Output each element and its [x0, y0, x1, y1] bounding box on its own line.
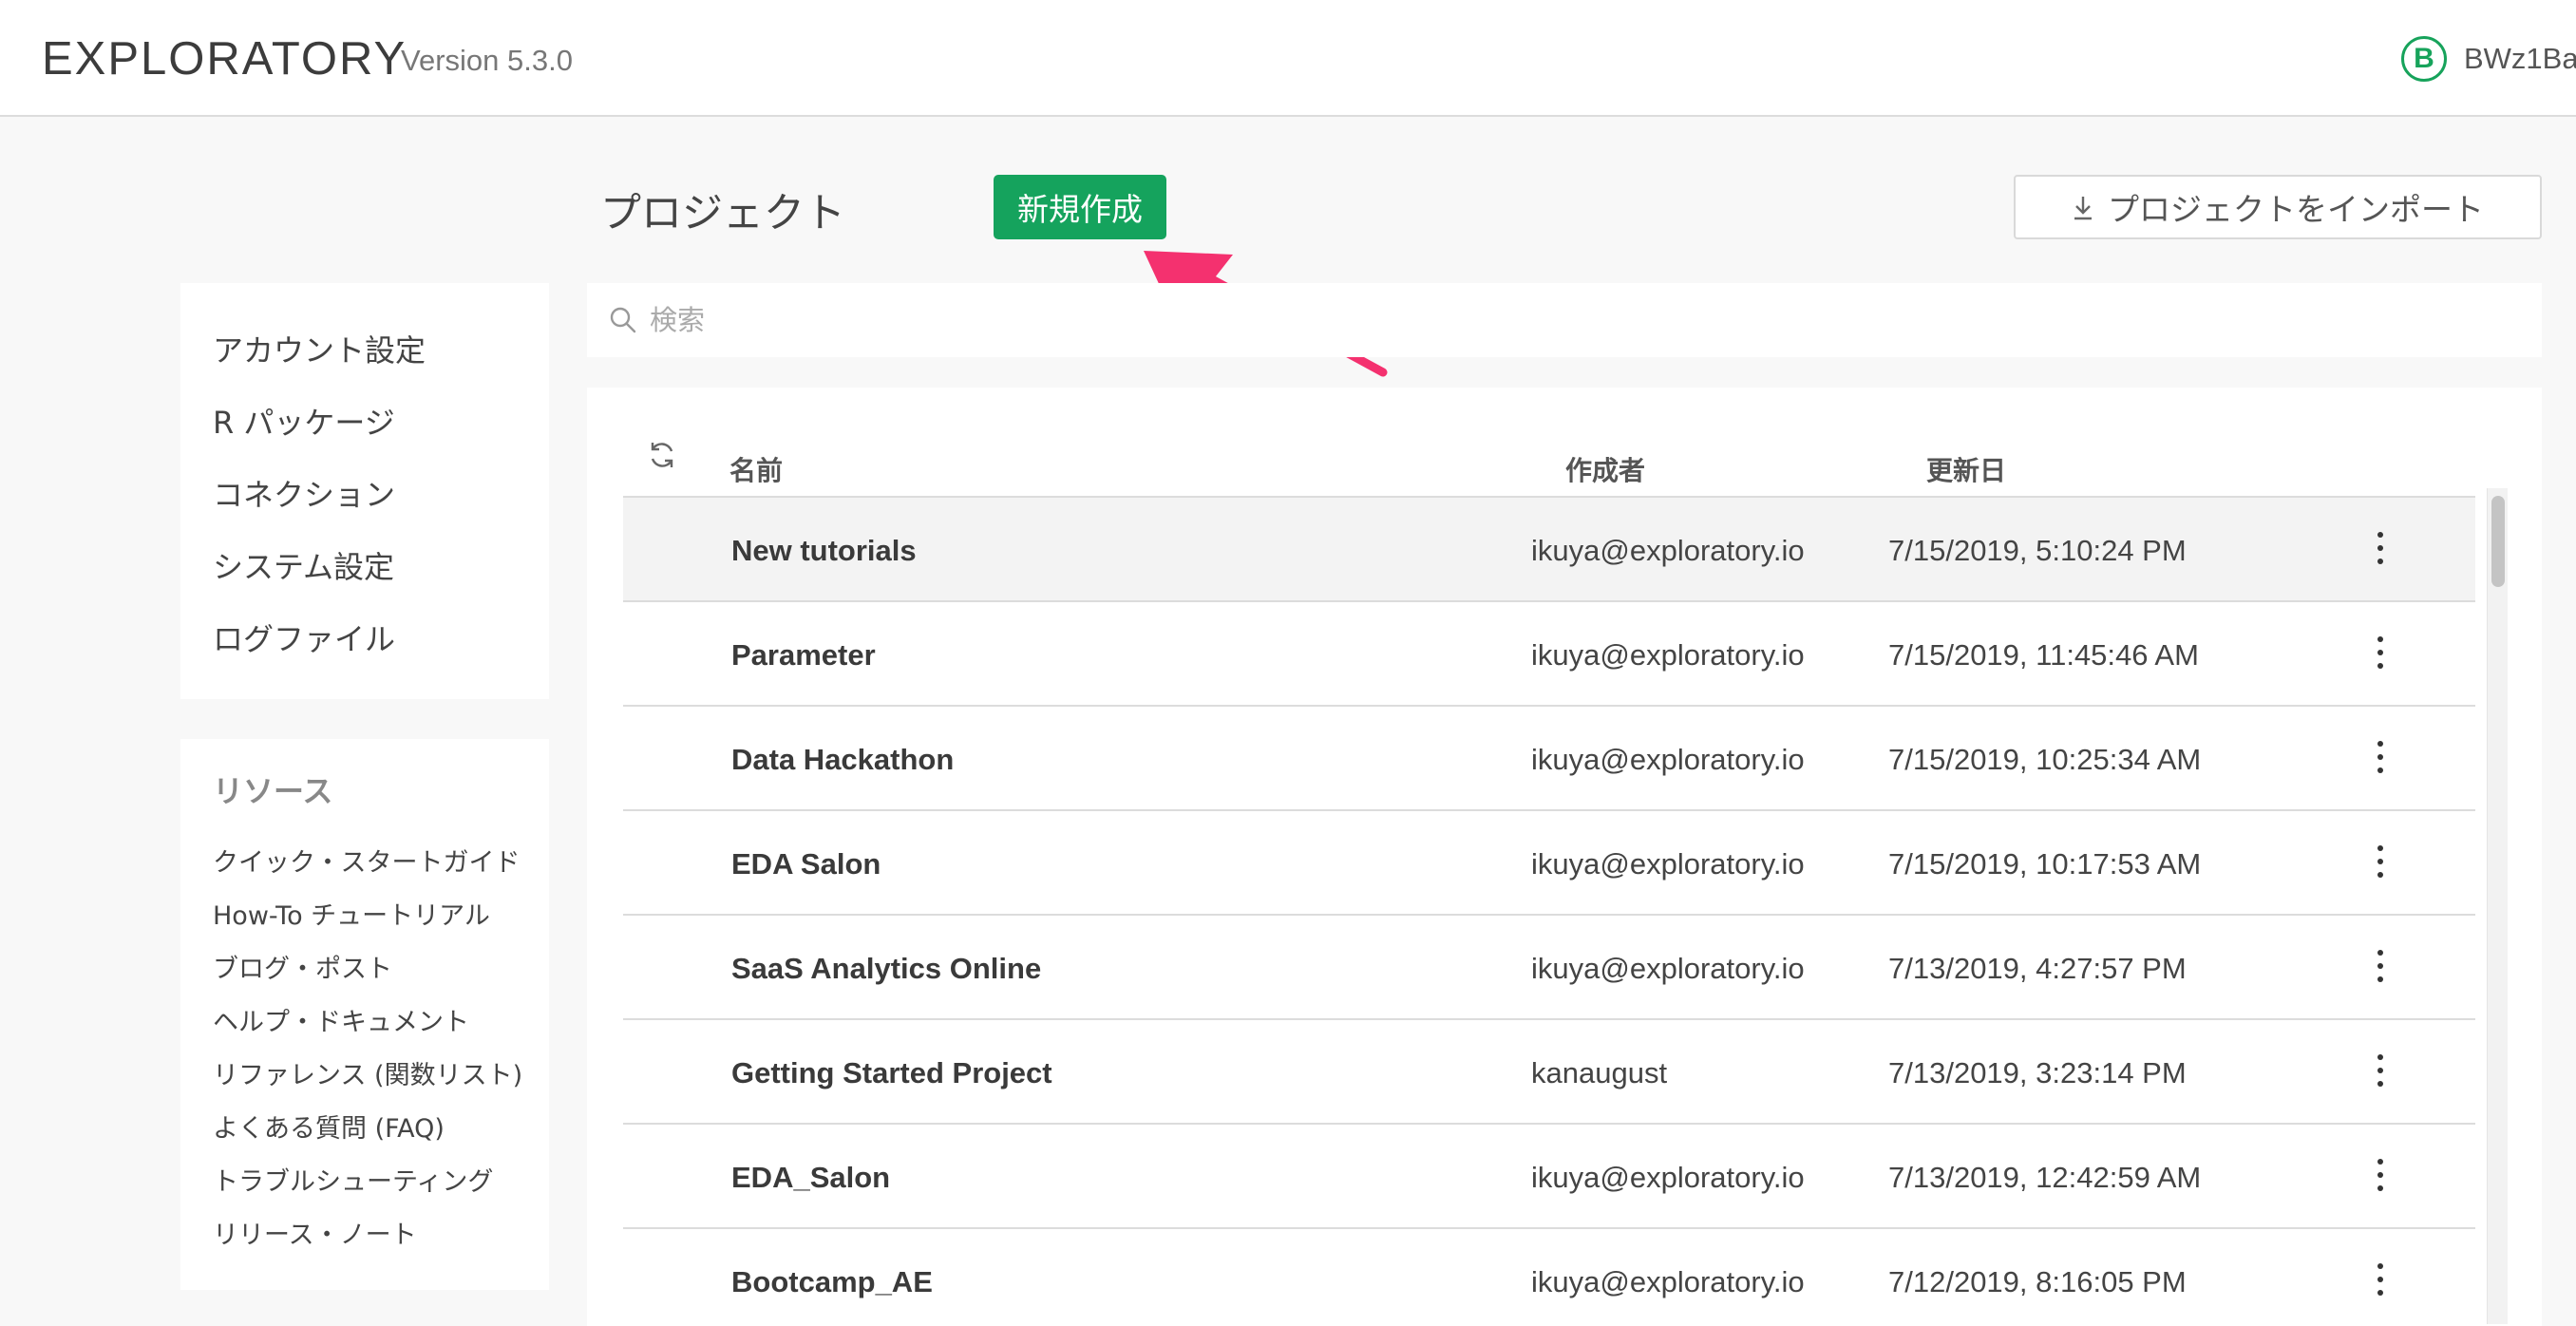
project-name[interactable]: Data Hackathon	[731, 743, 954, 777]
project-name[interactable]: Parameter	[731, 638, 876, 672]
resource-reference[interactable]: リファレンス (関数リスト)	[213, 1054, 522, 1091]
project-name[interactable]: EDA Salon	[731, 847, 881, 881]
user-avatar-icon[interactable]: B	[2401, 36, 2447, 82]
project-author: kanaugust	[1531, 1056, 1668, 1089]
table-row[interactable]: Getting Started Project kanaugust 7/13/2…	[623, 1020, 2475, 1125]
table-row[interactable]: Parameter ikuya@exploratory.io 7/15/2019…	[623, 602, 2475, 707]
sidebar-item-account[interactable]: アカウント設定	[213, 327, 426, 370]
project-author: ikuya@exploratory.io	[1531, 847, 1805, 881]
project-name[interactable]: Getting Started Project	[731, 1056, 1052, 1090]
app-logo: EXPLORATORY	[42, 33, 407, 85]
project-name[interactable]: EDA_Salon	[731, 1161, 890, 1195]
project-author: ikuya@exploratory.io	[1531, 1265, 1805, 1298]
table-body: New tutorials ikuya@exploratory.io 7/15/…	[623, 498, 2475, 1326]
project-updated: 7/15/2019, 10:25:34 AM	[1888, 743, 2202, 776]
import-project-button[interactable]: プロジェクトをインポート	[2014, 175, 2542, 239]
resource-faq[interactable]: よくある質問 (FAQ)	[213, 1108, 445, 1145]
search-input[interactable]	[650, 304, 2454, 336]
project-updated: 7/13/2019, 4:27:57 PM	[1888, 952, 2187, 985]
kebab-menu-icon[interactable]	[2371, 1054, 2390, 1087]
kebab-menu-icon[interactable]	[2371, 1263, 2390, 1296]
table-header: 名前 作成者 更新日	[623, 426, 2475, 498]
project-updated: 7/15/2019, 11:45:46 AM	[1888, 638, 2199, 672]
import-button-label: プロジェクトをインポート	[2108, 191, 2484, 228]
kebab-menu-icon[interactable]	[2371, 741, 2390, 773]
project-name[interactable]: Bootcamp_AE	[731, 1265, 933, 1299]
kebab-menu-icon[interactable]	[2371, 845, 2390, 878]
page-title: プロジェクト	[600, 191, 845, 237]
project-table: 名前 作成者 更新日 New tutorials ikuya@explorato…	[587, 388, 2542, 1326]
column-header-author[interactable]: 作成者	[1565, 450, 1645, 488]
sidebar-item-connections[interactable]: コネクション	[213, 471, 395, 515]
sidebar-item-system[interactable]: システム設定	[213, 543, 394, 587]
top-bar: EXPLORATORY Version 5.3.0 B BWz1Ba	[0, 0, 2576, 117]
project-updated: 7/12/2019, 8:16:05 PM	[1888, 1265, 2187, 1298]
kebab-menu-icon[interactable]	[2371, 532, 2390, 564]
project-updated: 7/15/2019, 5:10:24 PM	[1888, 534, 2187, 567]
resource-release-notes[interactable]: リリース・ノート	[213, 1214, 417, 1251]
project-name[interactable]: New tutorials	[731, 534, 917, 568]
kebab-menu-icon[interactable]	[2371, 1159, 2390, 1191]
kebab-menu-icon[interactable]	[2371, 636, 2390, 669]
sidebar-item-logs[interactable]: ログファイル	[213, 616, 395, 659]
project-author: ikuya@exploratory.io	[1531, 1161, 1805, 1194]
project-name[interactable]: SaaS Analytics Online	[731, 952, 1041, 986]
column-header-name[interactable]: 名前	[729, 450, 783, 488]
resource-howto[interactable]: How-To チュートリアル	[213, 895, 490, 932]
resource-quick-start[interactable]: クイック・スタートガイド	[213, 842, 520, 879]
resource-troubleshooting[interactable]: トラブルシューティング	[213, 1161, 493, 1198]
project-author: ikuya@exploratory.io	[1531, 638, 1805, 672]
search-icon	[608, 305, 638, 335]
table-row[interactable]: EDA_Salon ikuya@exploratory.io 7/13/2019…	[623, 1125, 2475, 1229]
table-row[interactable]: Data Hackathon ikuya@exploratory.io 7/15…	[623, 707, 2475, 811]
resources-title: リソース	[213, 773, 333, 809]
table-row[interactable]: SaaS Analytics Online ikuya@exploratory.…	[623, 916, 2475, 1020]
project-updated: 7/15/2019, 10:17:53 AM	[1888, 847, 2202, 881]
app-version: Version 5.3.0	[401, 44, 573, 77]
table-scrollbar[interactable]	[2487, 488, 2508, 1324]
download-icon	[2072, 194, 2094, 220]
project-author: ikuya@exploratory.io	[1531, 952, 1805, 985]
table-row[interactable]: New tutorials ikuya@exploratory.io 7/15/…	[623, 498, 2475, 602]
project-updated: 7/13/2019, 12:42:59 AM	[1888, 1161, 2202, 1194]
project-author: ikuya@exploratory.io	[1531, 534, 1805, 567]
column-header-updated[interactable]: 更新日	[1926, 450, 2006, 488]
scrollbar-thumb[interactable]	[2491, 496, 2505, 587]
search-bar	[587, 283, 2542, 357]
sidebar-item-r-packages[interactable]: R パッケージ	[213, 399, 395, 443]
user-name[interactable]: BWz1Ba	[2464, 42, 2576, 76]
kebab-menu-icon[interactable]	[2371, 950, 2390, 982]
project-author: ikuya@exploratory.io	[1531, 743, 1805, 776]
resource-blog[interactable]: ブログ・ポスト	[213, 948, 392, 985]
refresh-icon[interactable]	[646, 439, 678, 476]
settings-menu: アカウント設定 R パッケージ コネクション システム設定 ログファイル	[180, 283, 549, 699]
new-project-button[interactable]: 新規作成	[994, 175, 1166, 239]
table-row[interactable]: Bootcamp_AE ikuya@exploratory.io 7/12/20…	[623, 1229, 2475, 1326]
project-updated: 7/13/2019, 3:23:14 PM	[1888, 1056, 2187, 1089]
resource-help-docs[interactable]: ヘルプ・ドキュメント	[213, 1001, 469, 1038]
table-row[interactable]: EDA Salon ikuya@exploratory.io 7/15/2019…	[623, 811, 2475, 916]
resources-menu: リソース クイック・スタートガイド How-To チュートリアル ブログ・ポスト…	[180, 739, 549, 1290]
